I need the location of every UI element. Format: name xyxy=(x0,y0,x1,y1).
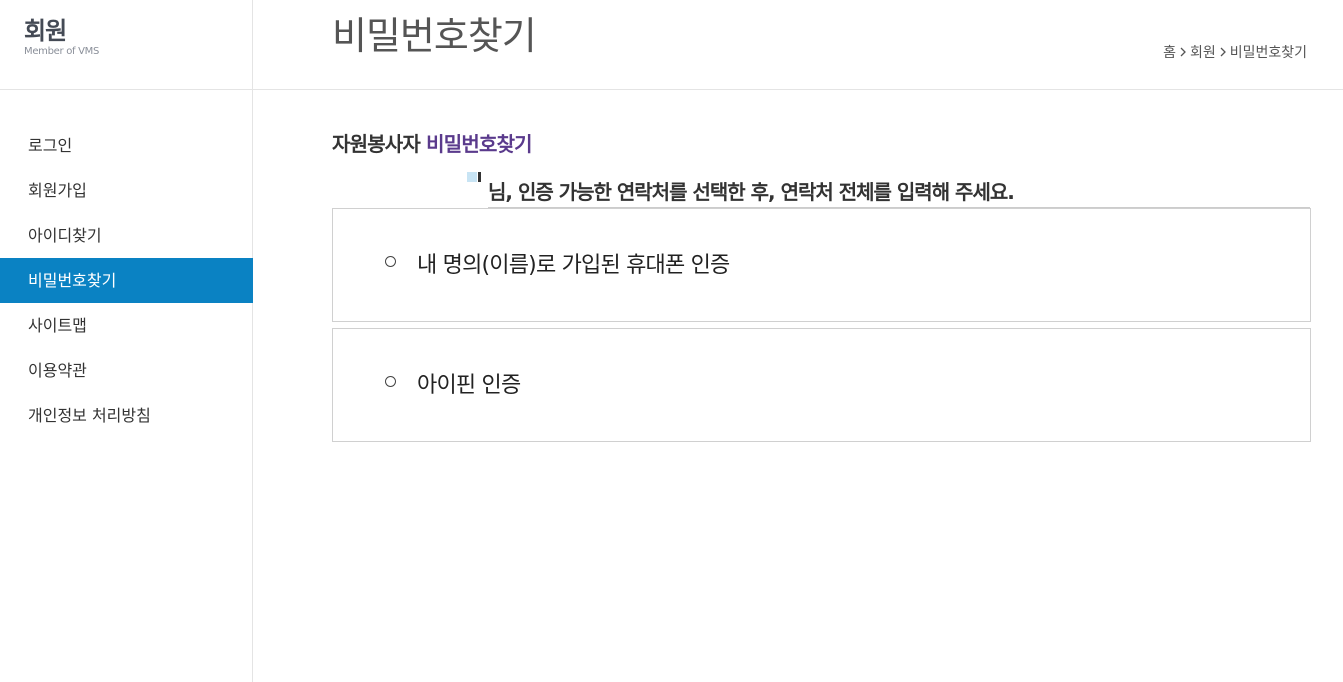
page: 회원 Member of VMS 로그인 회원가입 아이디찾기 비밀번호찾기 사… xyxy=(0,0,1343,682)
breadcrumb-home[interactable]: 홈 xyxy=(1163,42,1176,62)
option-label: 내 명의(이름)로 가입된 휴대폰 인증 xyxy=(417,253,730,278)
instruction-text: 님, 인증 가능한 연락처를 선택한 후, 연락처 전체를 입력해 주세요. xyxy=(488,176,1310,208)
radio-empty-icon[interactable] xyxy=(385,256,396,267)
sidebar-header: 회원 Member of VMS xyxy=(24,16,99,58)
section-title-accent: 비밀번호찾기 xyxy=(426,132,532,156)
sidebar-item-terms[interactable]: 이용약관 xyxy=(0,348,253,393)
option-ipin-verification[interactable]: 아이핀 인증 xyxy=(332,328,1311,442)
sidebar-item-login[interactable]: 로그인 xyxy=(0,123,253,168)
sidebar: 회원 Member of VMS 로그인 회원가입 아이디찾기 비밀번호찾기 사… xyxy=(0,0,253,682)
user-name-placeholder xyxy=(467,172,481,182)
header-divider xyxy=(0,89,1343,90)
breadcrumb: 홈 회원 비밀번호찾기 xyxy=(1163,42,1307,62)
chevron-right-icon xyxy=(1216,44,1230,60)
section-title-prefix: 자원봉사자 xyxy=(332,132,427,156)
sidebar-nav: 로그인 회원가입 아이디찾기 비밀번호찾기 사이트맵 이용약관 개인정보 처리방… xyxy=(0,123,253,438)
option-phone-verification[interactable]: 내 명의(이름)로 가입된 휴대폰 인증 xyxy=(332,208,1311,322)
radio-empty-icon[interactable] xyxy=(385,376,396,387)
sidebar-subtitle: Member of VMS xyxy=(24,46,100,57)
breadcrumb-member[interactable]: 회원 xyxy=(1190,42,1216,62)
section-title: 자원봉사자 비밀번호찾기 xyxy=(332,128,533,157)
page-title: 비밀번호찾기 xyxy=(332,14,537,58)
sidebar-item-find-password[interactable]: 비밀번호찾기 xyxy=(0,258,253,303)
sidebar-item-find-id[interactable]: 아이디찾기 xyxy=(0,213,253,258)
sidebar-item-sitemap[interactable]: 사이트맵 xyxy=(0,303,253,348)
sidebar-title: 회원 xyxy=(24,17,67,45)
sidebar-item-privacy-policy[interactable]: 개인정보 처리방침 xyxy=(0,393,253,438)
sidebar-item-signup[interactable]: 회원가입 xyxy=(0,168,253,213)
breadcrumb-current: 비밀번호찾기 xyxy=(1229,45,1307,61)
chevron-right-icon xyxy=(1176,44,1190,60)
option-label: 아이핀 인증 xyxy=(417,373,521,398)
